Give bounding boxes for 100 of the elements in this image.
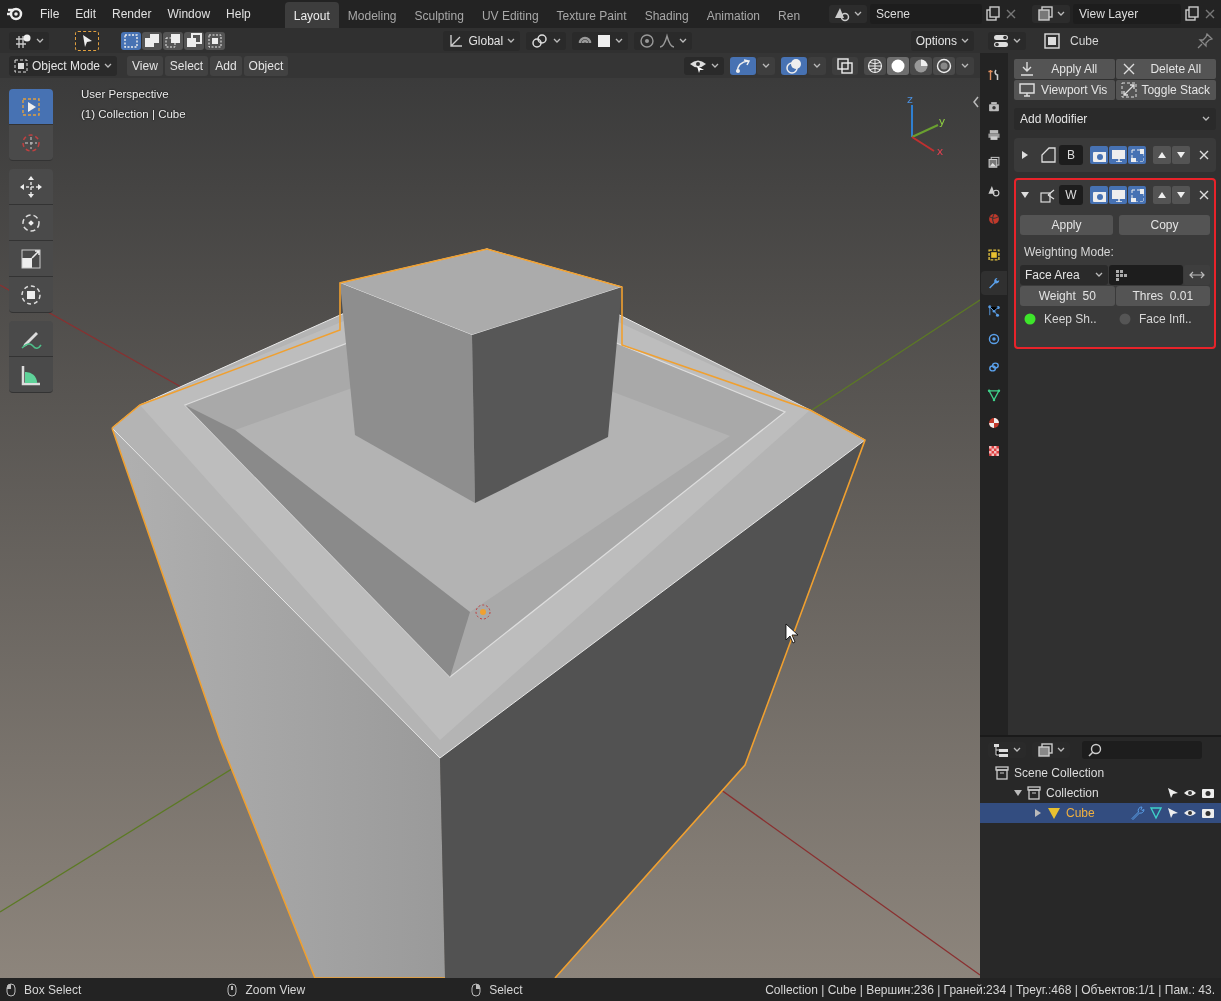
weighting-mode-dropdown[interactable]: Face Area <box>1020 265 1108 285</box>
tool-button[interactable] <box>9 357 53 393</box>
shading-mode-button[interactable] <box>887 56 909 75</box>
tool-button[interactable] <box>9 89 53 125</box>
move-up-button[interactable] <box>1153 146 1171 164</box>
pointer-icon[interactable] <box>1167 787 1179 799</box>
checkbox-dot[interactable] <box>1119 313 1131 325</box>
pin-icon[interactable] <box>1197 32 1213 49</box>
tool-button[interactable] <box>9 321 53 357</box>
mode-dropdown[interactable]: Object Mode <box>9 55 118 76</box>
visibility-toggle[interactable] <box>1128 186 1146 204</box>
editor-type-dropdown[interactable] <box>988 31 1026 50</box>
menu-button[interactable]: View <box>127 55 163 76</box>
checkbox-label[interactable]: Keep Sh.. <box>1044 310 1097 328</box>
close-icon[interactable] <box>1198 189 1210 201</box>
modifier-action-button[interactable]: Delete All <box>1115 59 1216 79</box>
gizmo-toggle[interactable] <box>730 56 756 75</box>
expanded-triangle-icon[interactable] <box>1020 190 1030 200</box>
menu-item[interactable]: Render <box>104 3 160 25</box>
selection-mode-button[interactable] <box>142 31 162 50</box>
close-icon[interactable] <box>1198 149 1210 161</box>
shading-mode-button[interactable] <box>933 56 955 75</box>
menu-item[interactable]: File <box>32 3 68 25</box>
copy-button[interactable]: Copy <box>1119 215 1210 235</box>
apply-button[interactable]: Apply <box>1020 215 1113 235</box>
gizmo-dropdown[interactable] <box>757 56 775 75</box>
invert-toggle[interactable] <box>1184 265 1210 285</box>
move-down-button[interactable] <box>1172 146 1190 164</box>
view-layer-name-field[interactable]: View Layer <box>1073 4 1181 24</box>
visibility-toggle[interactable] <box>1128 146 1146 164</box>
scene-selector-button[interactable] <box>829 5 867 23</box>
copy-icon[interactable] <box>1184 6 1200 22</box>
outliner-row[interactable]: Collection <box>980 783 1221 803</box>
outliner-row[interactable]: Scene Collection <box>980 763 1221 783</box>
menu-item[interactable]: Window <box>159 3 219 25</box>
menu-button[interactable]: Object <box>243 55 289 76</box>
menu-button[interactable]: Select <box>164 55 209 76</box>
xray-toggle[interactable] <box>832 56 858 75</box>
tool-button[interactable] <box>9 169 53 205</box>
proportional-edit-dropdown[interactable] <box>634 31 693 50</box>
checkbox-dot[interactable] <box>1024 313 1036 325</box>
visibility-dropdown[interactable] <box>684 56 724 75</box>
overlay-dropdown[interactable] <box>808 56 826 75</box>
menu-item[interactable]: Edit <box>67 3 105 25</box>
workspace-tab[interactable]: Sculpting <box>405 1 473 30</box>
eye-icon[interactable] <box>1183 807 1197 819</box>
tool-button[interactable] <box>9 277 53 313</box>
visibility-toggle[interactable] <box>1090 146 1108 164</box>
pivot-dropdown[interactable] <box>526 31 567 50</box>
copy-icon[interactable] <box>985 6 1001 22</box>
collapsed-triangle-icon[interactable] <box>1020 150 1030 160</box>
overlay-toggle[interactable] <box>781 56 807 75</box>
workspace-tab[interactable]: Layout <box>284 1 339 30</box>
modifier-action-button[interactable]: Viewport Vis <box>1014 80 1115 100</box>
close-icon[interactable] <box>1203 7 1217 21</box>
tool-button[interactable] <box>9 205 53 241</box>
close-icon[interactable] <box>1004 7 1018 21</box>
move-down-button[interactable] <box>1172 186 1190 204</box>
axis-gizmo[interactable]: z y x <box>900 95 952 159</box>
modifier-name-field[interactable]: B <box>1059 145 1083 165</box>
vertex-group-field[interactable] <box>1109 265 1183 285</box>
workspace-tab[interactable]: Animation <box>697 1 770 30</box>
camera-icon[interactable] <box>1201 787 1215 799</box>
options-dropdown[interactable]: Options <box>910 30 974 51</box>
selection-mode-button[interactable] <box>163 31 183 50</box>
visibility-toggle[interactable] <box>1090 186 1108 204</box>
add-modifier-dropdown[interactable]: Add Modifier <box>1014 108 1216 130</box>
menu-button[interactable]: Add <box>210 55 242 76</box>
workspace-tab[interactable]: Ren <box>769 1 810 30</box>
workspace-tab[interactable]: Modeling <box>338 1 406 30</box>
shading-mode-button[interactable] <box>864 56 886 75</box>
search-field[interactable] <box>1082 741 1202 759</box>
select-tool-button[interactable] <box>75 30 99 51</box>
shading-mode-button[interactable] <box>910 56 932 75</box>
selection-mode-button[interactable] <box>184 31 204 50</box>
workspace-tab[interactable]: UV Editing <box>472 1 548 30</box>
weight-field[interactable]: Weight 50 <box>1020 286 1115 306</box>
workspace-tab[interactable]: Texture Paint <box>547 1 636 30</box>
view-layer-selector-button[interactable] <box>1032 5 1070 23</box>
modifier-action-button[interactable]: Apply All <box>1014 59 1115 79</box>
snap-dropdown[interactable] <box>572 31 629 50</box>
visibility-toggle[interactable] <box>1109 186 1127 204</box>
transform-tool-button[interactable] <box>9 31 49 50</box>
expanded-triangle-icon[interactable] <box>1014 789 1022 797</box>
collapsed-triangle-icon[interactable] <box>1034 809 1042 817</box>
modifier-action-button[interactable]: Toggle Stack <box>1115 80 1216 100</box>
visibility-toggle[interactable] <box>1109 146 1127 164</box>
pointer-icon[interactable] <box>1167 807 1179 819</box>
selection-mode-button[interactable] <box>205 31 225 50</box>
outliner-row[interactable]: Cube <box>980 803 1221 823</box>
camera-icon[interactable] <box>1201 807 1215 819</box>
menu-item[interactable]: Help <box>218 3 259 25</box>
orientation-dropdown[interactable]: Global <box>443 30 521 51</box>
eye-icon[interactable] <box>1183 787 1197 799</box>
move-up-button[interactable] <box>1153 186 1171 204</box>
modifier-name-field[interactable]: W <box>1059 185 1083 205</box>
workspace-tab[interactable]: Shading <box>635 1 698 30</box>
checkbox-label[interactable]: Face Infl.. <box>1139 310 1192 328</box>
scene-name-field[interactable]: Scene <box>870 4 982 24</box>
threshold-field[interactable]: Thres 0.01 <box>1115 286 1210 306</box>
